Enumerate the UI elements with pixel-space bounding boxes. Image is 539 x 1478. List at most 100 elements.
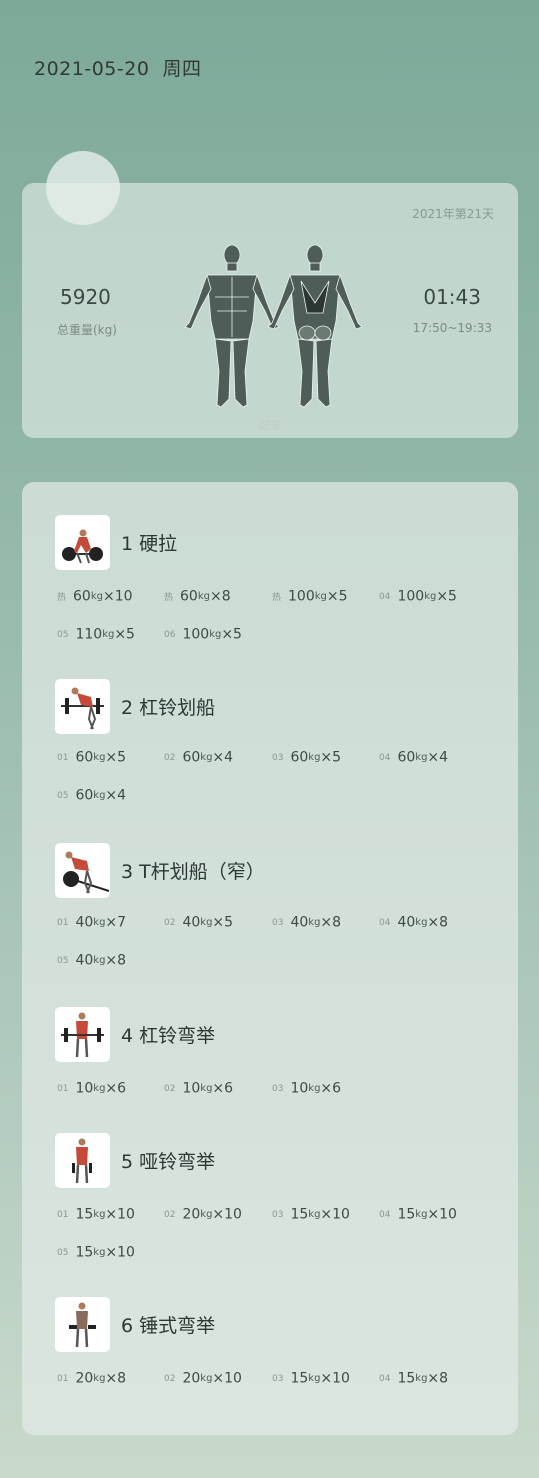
set-item: 02 20kg×10: [164, 1368, 242, 1388]
deadlift-icon: [55, 515, 110, 570]
set-unit: kg: [415, 1373, 428, 1384]
set-reps: ×10: [105, 1244, 135, 1261]
set-unit: kg: [102, 629, 115, 640]
set-weight: 60: [182, 749, 201, 766]
set-unit: kg: [93, 790, 106, 801]
set-weight: 60: [75, 787, 94, 804]
body-back-icon: [267, 244, 363, 408]
set-reps: ×10: [320, 1370, 350, 1387]
set-unit: kg: [197, 591, 210, 602]
set-reps: ×8: [105, 1370, 127, 1387]
set-item: 热 60kg×8: [164, 586, 231, 606]
set-item: 03 60kg×5: [272, 747, 341, 767]
set-index: 03: [272, 1373, 284, 1384]
set-weight: 20: [75, 1370, 94, 1387]
set-reps: ×10: [102, 588, 133, 605]
date-text: 2021-05-20: [34, 58, 150, 80]
set-unit: kg: [93, 955, 106, 966]
set-unit: kg: [415, 1209, 428, 1220]
set-reps: ×10: [212, 1370, 242, 1387]
set-index: 04: [379, 1209, 391, 1220]
set-index: 热: [272, 593, 282, 603]
set-index: 04: [379, 591, 391, 602]
set-weight: 20: [182, 1370, 201, 1387]
set-item: 03 15kg×10: [272, 1368, 350, 1388]
set-weight: 100: [182, 626, 210, 643]
set-weight: 10: [182, 1080, 201, 1097]
set-reps: ×7: [105, 914, 127, 931]
set-index: 05: [57, 790, 69, 801]
exercise-title: 3 T杆划船（窄）: [121, 861, 265, 883]
set-item: 01 15kg×10: [57, 1204, 135, 1224]
set-index: 02: [164, 1209, 176, 1220]
set-reps: ×5: [105, 749, 127, 766]
set-index: 01: [57, 1373, 69, 1384]
set-weight: 60: [290, 749, 309, 766]
set-unit: kg: [415, 752, 428, 763]
set-index: 01: [57, 917, 69, 928]
set-weight: 100: [288, 588, 315, 605]
set-reps: ×4: [105, 787, 127, 804]
weekday-text: 周四: [162, 58, 202, 80]
set-weight: 10: [290, 1080, 309, 1097]
set-reps: ×10: [427, 1206, 457, 1223]
exercise-title: 2 杠铃划船: [121, 697, 216, 719]
set-reps: ×8: [427, 1370, 449, 1387]
set-index: 05: [57, 1247, 69, 1258]
set-index: 05: [57, 955, 69, 966]
set-index: 03: [272, 917, 284, 928]
set-weight: 40: [75, 952, 94, 969]
set-reps: ×8: [105, 952, 127, 969]
set-item: 04 40kg×8: [379, 912, 448, 932]
set-reps: ×8: [427, 914, 449, 931]
set-item: 02 40kg×5: [164, 912, 233, 932]
set-index: 01: [57, 1083, 69, 1094]
set-index: 06: [164, 629, 176, 640]
year-day-label: 2021年第21天: [412, 207, 494, 221]
set-reps: ×10: [320, 1206, 350, 1223]
set-unit: kg: [314, 591, 327, 602]
exercise-title: 1 硬拉: [121, 533, 178, 555]
dumbbell-curl-icon: [55, 1133, 110, 1188]
set-reps: ×5: [436, 588, 457, 605]
floating-bubble[interactable]: [46, 151, 120, 225]
total-weight-value: 5920: [60, 285, 111, 309]
duration-value: 01:43: [423, 285, 481, 309]
set-index: 02: [164, 752, 176, 763]
set-item: 04 100kg×5: [379, 586, 457, 606]
set-weight: 15: [75, 1206, 94, 1223]
t-bar-row-icon: [55, 843, 110, 898]
set-reps: ×4: [427, 749, 449, 766]
set-item: 热 100kg×5: [272, 586, 348, 606]
set-item: 04 60kg×4: [379, 747, 448, 767]
set-unit: kg: [308, 1083, 321, 1094]
set-unit: kg: [200, 752, 213, 763]
set-index: 03: [272, 1209, 284, 1220]
set-unit: kg: [93, 752, 106, 763]
set-unit: kg: [93, 1209, 106, 1220]
set-item: 热 60kg×10: [57, 586, 133, 606]
set-reps: ×5: [221, 626, 242, 643]
set-index: 03: [272, 752, 284, 763]
exercise-title: 6 锤式弯举: [121, 1315, 216, 1337]
set-reps: ×10: [105, 1206, 135, 1223]
set-unit: kg: [93, 917, 106, 928]
set-weight: 60: [397, 749, 416, 766]
set-index: 02: [164, 1083, 176, 1094]
set-reps: ×8: [209, 588, 231, 605]
exercise-list: 1 硬拉 热 60kg×10 热 60kg×8 热 100kg×5 04 100kg×5…: [22, 482, 518, 1435]
set-item: 01 40kg×7: [57, 912, 126, 932]
set-unit: kg: [93, 1247, 106, 1258]
set-unit: kg: [93, 1373, 106, 1384]
set-unit: kg: [209, 629, 222, 640]
set-weight: 100: [397, 588, 425, 605]
set-index: 04: [379, 752, 391, 763]
set-index: 热: [57, 593, 67, 603]
set-weight: 15: [290, 1370, 309, 1387]
hammer-curl-icon: [55, 1297, 110, 1352]
barbell-curl-icon: [55, 1007, 110, 1062]
set-item: 01 10kg×6: [57, 1078, 126, 1098]
set-weight: 40: [182, 914, 201, 931]
set-item: 06 100kg×5: [164, 624, 242, 644]
set-unit: kg: [90, 591, 103, 602]
